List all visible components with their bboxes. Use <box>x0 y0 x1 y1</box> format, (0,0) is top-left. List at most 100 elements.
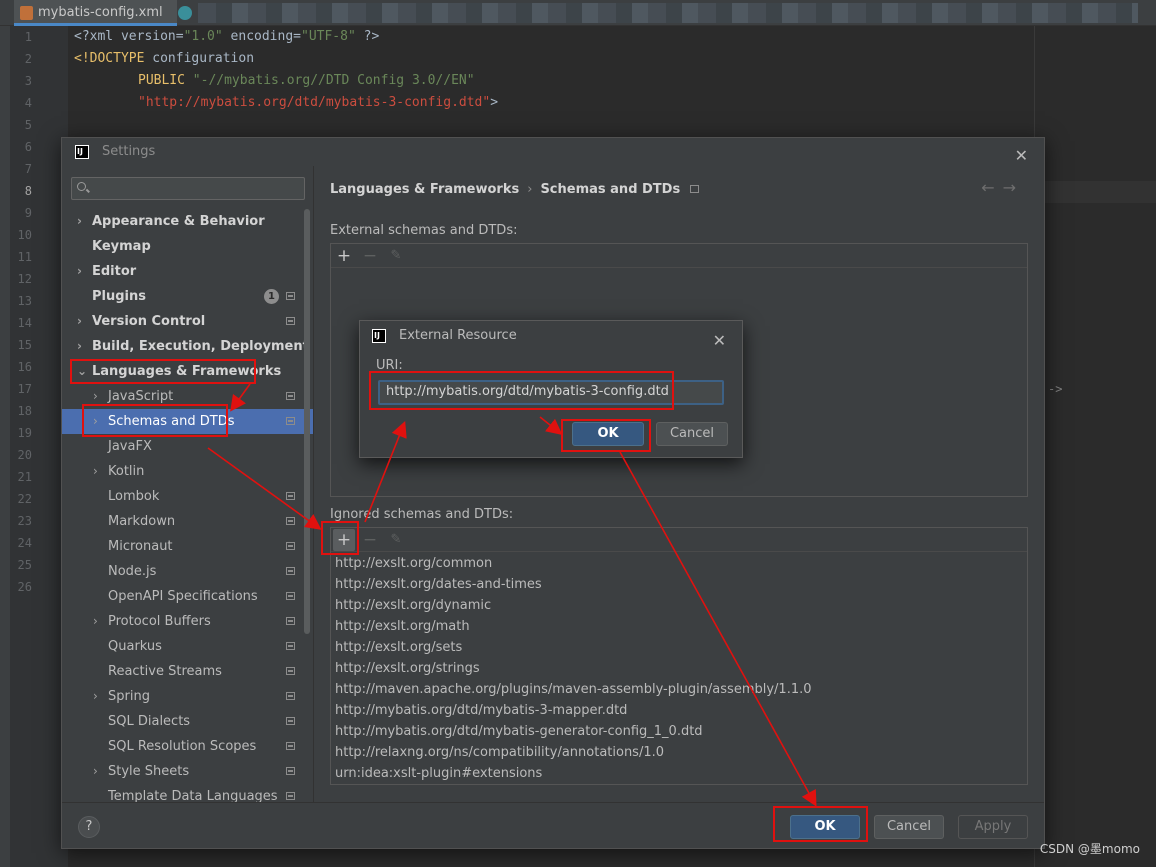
chevron-icon[interactable]: › <box>93 759 98 784</box>
fold-arrow-text: -> <box>1048 382 1063 396</box>
project-scope-icon <box>286 667 295 675</box>
tree-item[interactable]: Reactive Streams <box>62 659 313 684</box>
tree-item[interactable]: SQL Resolution Scopes <box>62 734 313 759</box>
project-scope-icon <box>286 417 295 425</box>
tree-item[interactable]: Template Data Languages <box>62 784 313 804</box>
code-line-4[interactable]: "http://mybatis.org/dtd/mybatis-3-config… <box>138 95 498 110</box>
list-item[interactable]: http://mybatis.org/dtd/mybatis-generator… <box>335 724 703 739</box>
external-resource-titlebar: IJ External Resource ✕ <box>360 321 742 351</box>
external-toolbar: + − ✎ <box>331 244 1027 268</box>
project-scope-icon <box>286 392 295 400</box>
list-item[interactable]: http://exslt.org/strings <box>335 661 480 676</box>
cancel-button[interactable]: Cancel <box>656 422 728 446</box>
list-item[interactable]: urn:idea:xslt-plugin#extensions <box>335 766 542 781</box>
xml-file-icon <box>20 6 33 20</box>
line-number: 10 <box>17 228 32 242</box>
tree-item[interactable]: › Style Sheets <box>62 759 313 784</box>
tree-item[interactable]: › Kotlin <box>62 459 313 484</box>
tree-item[interactable]: SQL Dialects <box>62 709 313 734</box>
tree-item-label: Keymap <box>92 239 151 254</box>
tree-item[interactable]: › Appearance & Behavior <box>62 209 313 234</box>
add-icon[interactable]: + <box>333 245 355 267</box>
tree-item-label: Editor <box>92 264 137 279</box>
chevron-icon[interactable]: › <box>77 309 82 334</box>
tree-item[interactable]: Node.js <box>62 559 313 584</box>
tree-item[interactable]: Keymap <box>62 234 313 259</box>
help-icon[interactable]: ? <box>78 816 100 838</box>
tree-item[interactable]: OpenAPI Specifications <box>62 584 313 609</box>
tree-item[interactable]: JavaFX <box>62 434 313 459</box>
tree-item-label: Appearance & Behavior <box>92 214 265 229</box>
chevron-icon[interactable]: › <box>77 334 82 359</box>
tree-item-label: Reactive Streams <box>108 664 222 679</box>
tree-item[interactable]: › Protocol Buffers <box>62 609 313 634</box>
settings-search-input[interactable] <box>71 177 305 200</box>
tree-item-label: Build, Execution, Deployment <box>92 339 309 354</box>
list-item[interactable]: http://maven.apache.org/plugins/maven-as… <box>335 682 812 697</box>
project-scope-icon <box>286 492 295 500</box>
blurred-tabs <box>198 3 1138 23</box>
editor-tab-title: mybatis-config.xml <box>38 5 163 20</box>
chevron-icon[interactable]: › <box>93 609 98 634</box>
tree-item[interactable]: Quarkus <box>62 634 313 659</box>
code-line-1[interactable]: <?xml version="1.0" encoding="UTF-8" ?> <box>74 29 379 44</box>
apply-button[interactable]: Apply <box>958 815 1028 839</box>
list-item[interactable]: http://exslt.org/math <box>335 619 470 634</box>
line-number: 13 <box>17 294 32 308</box>
line-number: 4 <box>24 96 32 110</box>
line-number: 17 <box>17 382 32 396</box>
tree-item[interactable]: Micronaut <box>62 534 313 559</box>
class-file-icon[interactable] <box>178 6 192 20</box>
breadcrumb-parent[interactable]: Languages & Frameworks <box>330 182 519 197</box>
project-scope-icon <box>690 185 700 193</box>
remove-icon[interactable]: − <box>359 529 381 551</box>
close-icon[interactable]: ✕ <box>713 326 726 356</box>
line-number: 16 <box>17 360 32 374</box>
chevron-icon[interactable]: › <box>77 209 82 234</box>
cancel-button[interactable]: Cancel <box>874 815 944 839</box>
tree-item-label: Kotlin <box>108 464 145 479</box>
tree-item[interactable]: › Version Control <box>62 309 313 334</box>
code-line-3[interactable]: PUBLIC "-//mybatis.org//DTD Config 3.0//… <box>138 73 475 88</box>
edit-icon[interactable]: ✎ <box>385 245 407 267</box>
project-scope-icon <box>286 692 295 700</box>
search-icon <box>77 182 86 191</box>
list-item[interactable]: http://relaxng.org/ns/compatibility/anno… <box>335 745 664 760</box>
ignored-toolbar: + − ✎ <box>331 528 1027 552</box>
tree-item[interactable]: Lombok <box>62 484 313 509</box>
line-number: 20 <box>17 448 32 462</box>
list-item[interactable]: http://exslt.org/sets <box>335 640 462 655</box>
tree-item[interactable]: Plugins 1 <box>62 284 313 309</box>
code-line-2[interactable]: <!DOCTYPE configuration <box>74 51 254 66</box>
external-schemas-label: External schemas and DTDs: <box>330 223 518 238</box>
tree-item[interactable]: › Editor <box>62 259 313 284</box>
ignored-schemas-table[interactable]: + − ✎ http://exslt.org/common http://exsl… <box>330 527 1028 785</box>
list-item[interactable]: http://mybatis.org/dtd/mybatis-3-mapper.… <box>335 703 627 718</box>
back-forward-icon[interactable]: ←→ <box>981 178 1024 197</box>
project-scope-icon <box>286 567 295 575</box>
breadcrumb-sep: › <box>527 182 533 197</box>
tree-item-label: JavaFX <box>108 439 152 454</box>
external-resource-title: External Resource <box>399 328 517 343</box>
project-scope-icon <box>286 767 295 775</box>
watermark: CSDN @墨momo <box>1039 842 1140 856</box>
tree-item[interactable]: › Spring <box>62 684 313 709</box>
edit-icon[interactable]: ✎ <box>385 529 407 551</box>
editor-tab[interactable]: mybatis-config.xml <box>14 0 177 26</box>
tree-item-label: Lombok <box>108 489 160 504</box>
list-item[interactable]: http://exslt.org/common <box>335 556 492 571</box>
settings-tree: › Appearance & Behavior Keymap › Editor Plugi… <box>62 209 313 804</box>
list-item[interactable]: http://exslt.org/dynamic <box>335 598 491 613</box>
tree-item[interactable]: Markdown <box>62 509 313 534</box>
line-number: 8 <box>24 184 32 198</box>
chevron-icon[interactable]: › <box>93 684 98 709</box>
tree-scrollbar[interactable] <box>304 209 310 634</box>
list-item[interactable]: http://exslt.org/dates-and-times <box>335 577 542 592</box>
settings-title: Settings <box>102 144 156 159</box>
tree-item[interactable]: › Build, Execution, Deployment <box>62 334 313 359</box>
remove-icon[interactable]: − <box>359 245 381 267</box>
chevron-icon[interactable]: › <box>77 259 82 284</box>
line-number: 5 <box>24 118 32 132</box>
project-scope-icon <box>286 292 295 300</box>
chevron-icon[interactable]: › <box>93 459 98 484</box>
